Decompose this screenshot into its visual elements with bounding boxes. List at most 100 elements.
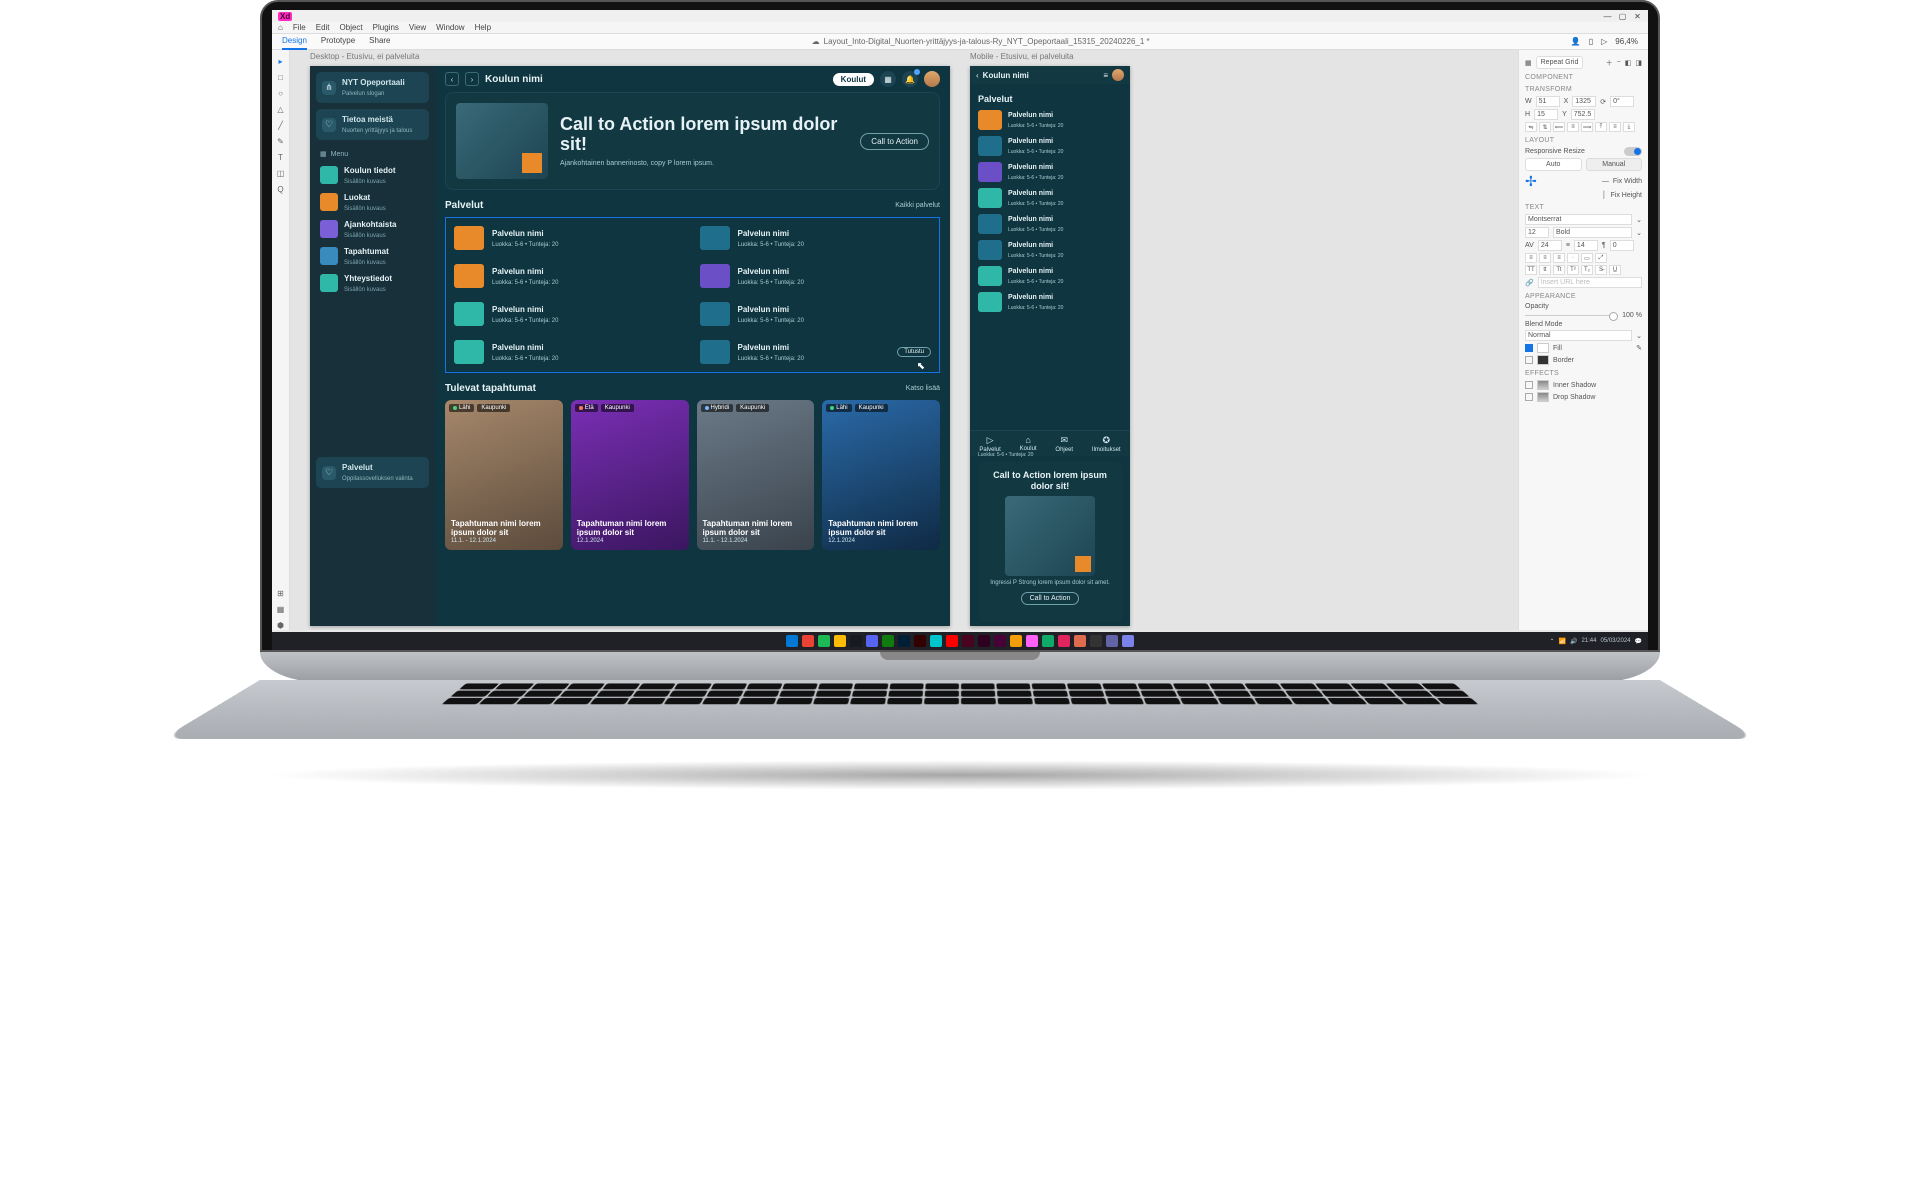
text-point-icon[interactable]: · (1567, 253, 1579, 263)
mobile-service-item[interactable]: Palvelun nimiLuokka: 5-6 • Tunteja: 20 (978, 240, 1122, 260)
event-card[interactable]: Lähi Kaupunki Tapahtuman nimi lorem ipsu… (445, 400, 563, 550)
tab-design[interactable]: Design (282, 33, 307, 50)
tray-notifications-icon[interactable]: 💬 (1635, 638, 1642, 645)
char-spacing-field[interactable]: 24 (1538, 240, 1562, 251)
taskbar-app-icon[interactable] (962, 635, 974, 647)
chevron-down-icon[interactable]: ⌄ (1636, 229, 1642, 237)
service-item[interactable]: Palvelun nimiLuokka: 5-6 • Tunteja: 20 (696, 260, 936, 292)
close-icon[interactable]: ✕ (1633, 12, 1642, 21)
responsive-toggle[interactable] (1624, 147, 1642, 156)
eyedropper-icon[interactable]: ✎ (1636, 344, 1642, 352)
menu-file[interactable]: File (293, 23, 306, 32)
field-y[interactable]: 752.5 (1571, 109, 1595, 120)
menu-object[interactable]: Object (340, 23, 363, 32)
artboard-label-desktop[interactable]: Desktop - Etusivu, ei palveluita (310, 52, 419, 61)
mobile-icon[interactable]: ▯ (1589, 37, 1593, 46)
fill-checkbox[interactable] (1525, 344, 1533, 352)
lowercase-icon[interactable]: tt (1539, 265, 1551, 275)
mobile-nav-item[interactable]: ✉Ohjeet (1055, 435, 1073, 453)
taskbar-app-icon[interactable] (1010, 635, 1022, 647)
avatar[interactable] (1112, 69, 1124, 81)
taskbar-app-icon[interactable] (818, 635, 830, 647)
service-item[interactable]: Palvelun nimiLuokka: 5-6 • Tunteja: 20 (450, 260, 690, 292)
align-bottom-icon[interactable]: ⤓ (1623, 122, 1635, 132)
mobile-service-item[interactable]: Palvelun nimiLuokka: 5-6 • Tunteja: 20 (978, 292, 1122, 312)
play-icon[interactable]: ▷ (1601, 37, 1607, 46)
taskbar-app-icon[interactable] (994, 635, 1006, 647)
mode-auto-button[interactable]: Auto (1525, 158, 1582, 171)
taskbar-app-icon[interactable] (914, 635, 926, 647)
border-swatch[interactable] (1537, 355, 1549, 365)
chevron-down-icon[interactable]: ⌄ (1636, 216, 1642, 224)
drop-shadow-swatch[interactable] (1537, 392, 1549, 402)
menu-help[interactable]: Help (475, 23, 491, 32)
mobile-service-item[interactable]: Palvelun nimiLuokka: 5-6 • Tunteja: 20 (978, 110, 1122, 130)
field-rotation[interactable]: 0° (1610, 96, 1634, 107)
sidebar-brand-card[interactable]: ⋔ NYT OpeportaaliPalvelun slogan (316, 72, 429, 103)
taskbar-app-icon[interactable] (946, 635, 958, 647)
nav-back-icon[interactable]: ‹ (976, 71, 979, 80)
grid-view-icon[interactable]: ▦ (880, 71, 896, 87)
taskbar-app-icon[interactable] (1058, 635, 1070, 647)
home-icon[interactable]: ⌂ (278, 23, 283, 32)
subscript-icon[interactable]: T₂ (1581, 265, 1593, 275)
mobile-service-item[interactable]: Palvelun nimiLuokka: 5-6 • Tunteja: 20 (978, 188, 1122, 208)
underline-icon[interactable]: U̲ (1609, 265, 1621, 275)
tool-zoom[interactable]: Q (276, 184, 286, 194)
maximize-icon[interactable]: ▢ (1618, 12, 1627, 21)
text-align-left-icon[interactable]: ≡ (1525, 253, 1537, 263)
tool-polygon[interactable]: △ (276, 104, 286, 114)
titlecase-icon[interactable]: Tt (1553, 265, 1565, 275)
tray-sound-icon[interactable]: 🔊 (1570, 638, 1577, 645)
menu-edit[interactable]: Edit (316, 23, 330, 32)
superscript-icon[interactable]: T² (1567, 265, 1579, 275)
artboard-mobile[interactable]: ‹Koulun nimi ≡ Palvelut Palvelun nimiLuo… (970, 66, 1130, 626)
nav-back-icon[interactable]: ‹ (445, 72, 459, 86)
taskbar-app-icon[interactable] (1042, 635, 1054, 647)
drop-shadow-checkbox[interactable] (1525, 393, 1533, 401)
sidebar-item[interactable]: Koulun tiedotSisällön kuvaus (310, 162, 435, 189)
border-checkbox[interactable] (1525, 356, 1533, 364)
event-card[interactable]: Lähi Kaupunki Tapahtuman nimi lorem ipsu… (822, 400, 940, 550)
tool-layers[interactable]: ▦ (276, 604, 286, 614)
strikethrough-icon[interactable]: S̶ (1595, 265, 1607, 275)
avatar[interactable] (924, 71, 940, 87)
fix-height-label[interactable]: Fix Height (1610, 192, 1642, 199)
tool-plugins[interactable]: ⬢ (276, 620, 286, 630)
tool-assets[interactable]: ⊞ (276, 588, 286, 598)
tool-text[interactable]: T (276, 152, 286, 162)
tab-prototype[interactable]: Prototype (321, 33, 355, 50)
mobile-service-item[interactable]: Palvelun nimiLuokka: 5-6 • Tunteja: 20 (978, 162, 1122, 182)
tool-pen[interactable]: ✎ (276, 136, 286, 146)
service-item[interactable]: Palvelun nimiLuokka: 5-6 • Tunteja: 20 (450, 222, 690, 254)
taskbar-app-icon[interactable] (1074, 635, 1086, 647)
align-left-icon[interactable]: ⟸ (1553, 122, 1565, 132)
tool-artboard[interactable]: ◫ (276, 168, 286, 178)
nav-forward-icon[interactable]: › (465, 72, 479, 86)
service-item[interactable]: Palvelun nimiLuokka: 5-6 • Tunteja: 20 (450, 298, 690, 330)
mobile-nav-item[interactable]: ✪Ilmoitukset (1092, 435, 1121, 453)
event-card[interactable]: Etä Kaupunki Tapahtuman nimi lorem ipsum… (571, 400, 689, 550)
hero-cta-button[interactable]: Call to Action (860, 133, 929, 150)
sidebar-about-card[interactable]: ♡ Tietoa meistäNuorten yrittäjyys ja tal… (316, 109, 429, 140)
service-go-button[interactable]: Tutustu (897, 347, 931, 357)
align-top-icon[interactable]: ⤒ (1595, 122, 1607, 132)
invite-icon[interactable]: 👤 (1571, 37, 1581, 46)
artboard-label-mobile[interactable]: Mobile - Etusivu, ei palveluita (970, 52, 1074, 61)
field-x[interactable]: 1325 (1572, 96, 1596, 107)
schools-pill[interactable]: Koulut (833, 73, 874, 86)
bell-icon[interactable]: 🔔 (902, 71, 918, 87)
field-h[interactable]: 15 (1534, 109, 1558, 120)
menu-window[interactable]: Window (436, 23, 464, 32)
mobile-service-item[interactable]: Palvelun nimiLuokka: 5-6 • Tunteja: 20 (978, 136, 1122, 156)
more-events-link[interactable]: Katso lisää (906, 385, 940, 392)
field-w[interactable]: 51 (1536, 96, 1560, 107)
text-area-icon[interactable]: ▭ (1581, 253, 1593, 263)
flip-h-icon[interactable]: ⇋ (1525, 122, 1537, 132)
align-right-icon[interactable]: ⟹ (1581, 122, 1593, 132)
tray-date[interactable]: 05/03/2024 (1600, 638, 1630, 644)
event-card[interactable]: Hybridi Kaupunki Tapahtuman nimi lorem i… (697, 400, 815, 550)
sidebar-item[interactable]: AjankohtaistaSisällön kuvaus (310, 216, 435, 243)
minimize-icon[interactable]: — (1603, 12, 1612, 21)
inner-shadow-swatch[interactable] (1537, 380, 1549, 390)
